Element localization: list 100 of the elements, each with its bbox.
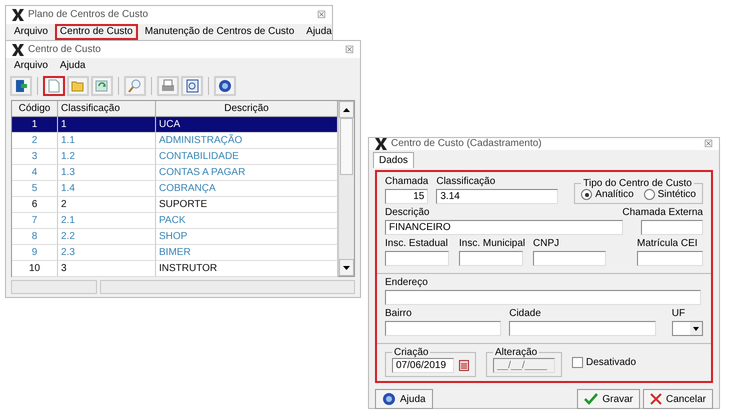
table-cell[interactable]: 3 bbox=[58, 261, 156, 278]
table-cell[interactable]: ADMINISTRAÇÃO bbox=[156, 133, 338, 150]
input-field[interactable] bbox=[641, 220, 703, 235]
input-field[interactable] bbox=[637, 251, 703, 266]
input-field[interactable]: FINANCEIRO bbox=[385, 220, 623, 235]
table-cell[interactable]: 1 bbox=[12, 117, 58, 134]
table-cell[interactable]: SUPORTE bbox=[156, 197, 338, 214]
menu-item[interactable]: Ajuda bbox=[301, 24, 337, 40]
input-field[interactable] bbox=[385, 321, 502, 336]
table-cell[interactable]: CONTAS A PAGAR bbox=[156, 165, 338, 182]
field-label: CNPJ bbox=[533, 238, 560, 250]
menu-item[interactable]: Ajuda bbox=[54, 58, 90, 74]
cancel-icon bbox=[650, 393, 662, 405]
table-cell[interactable]: 7 bbox=[12, 213, 58, 230]
field-label: Insc. Estadual bbox=[385, 238, 449, 250]
table-cell[interactable]: 2.1 bbox=[58, 213, 156, 230]
checkbox-option[interactable]: Desativado bbox=[572, 356, 636, 368]
date-field[interactable]: __/__/____ bbox=[493, 358, 555, 373]
menu-item[interactable]: Centro de Custo bbox=[54, 24, 138, 40]
toolbar-button[interactable] bbox=[43, 76, 65, 96]
radio-option[interactable]: Analítico bbox=[581, 189, 634, 200]
table-cell[interactable]: 3 bbox=[12, 149, 58, 166]
table-cell[interactable]: BIMER bbox=[156, 245, 338, 262]
window-title: Centro de Custo (Cadastramento) bbox=[391, 138, 543, 150]
new-document-icon bbox=[48, 79, 60, 94]
table-cell[interactable]: PACK bbox=[156, 213, 338, 230]
printer-icon bbox=[161, 79, 175, 94]
checkmark-icon bbox=[584, 393, 598, 405]
field-label: Cidade bbox=[509, 308, 542, 320]
window-title: Plano de Centros de Custo bbox=[28, 9, 150, 21]
calendar-icon[interactable] bbox=[459, 360, 469, 371]
date-field[interactable]: 07/06/2019 bbox=[392, 358, 454, 373]
table-cell[interactable]: 1.1 bbox=[58, 133, 156, 150]
table-cell[interactable]: CONTABILIDADE bbox=[156, 149, 338, 166]
app-logo-icon bbox=[12, 9, 24, 21]
menu-item[interactable]: Arquivo bbox=[9, 24, 53, 40]
group-title: Criação bbox=[393, 347, 430, 358]
table-cell[interactable]: 6 bbox=[12, 197, 58, 214]
app-logo-icon bbox=[12, 44, 24, 56]
field-label: Insc. Municipal bbox=[459, 238, 523, 250]
table-cell[interactable]: 1 bbox=[58, 117, 156, 134]
scrollbar[interactable] bbox=[338, 101, 354, 276]
column-header[interactable]: Descrição bbox=[156, 101, 338, 118]
column-header[interactable]: Classificação bbox=[58, 101, 156, 118]
table-cell[interactable]: 2.2 bbox=[58, 229, 156, 246]
search-icon bbox=[128, 79, 142, 94]
close-icon[interactable]: ☒ bbox=[345, 44, 354, 56]
input-field[interactable] bbox=[385, 251, 449, 266]
table-cell[interactable]: 1.3 bbox=[58, 165, 156, 182]
table-cell[interactable]: 1.4 bbox=[58, 181, 156, 198]
exit-icon bbox=[14, 79, 28, 94]
field-label: Descrição bbox=[385, 207, 430, 219]
group-title: Alteração bbox=[494, 347, 538, 358]
table-cell[interactable]: 8 bbox=[12, 229, 58, 246]
help-icon bbox=[218, 79, 232, 94]
radio-option[interactable]: Sintético bbox=[644, 189, 696, 200]
input-field[interactable]: 15 bbox=[385, 189, 428, 204]
table-cell[interactable]: COBRANÇA bbox=[156, 181, 338, 198]
save-button[interactable]: Gravar bbox=[577, 389, 640, 409]
field-label: Chamada Externa bbox=[622, 207, 703, 219]
help-button[interactable]: Ajuda bbox=[375, 389, 433, 409]
input-field[interactable]: 3.14 bbox=[436, 189, 558, 204]
table-cell[interactable]: 2 bbox=[12, 133, 58, 150]
menu-item[interactable]: Manutenção de Centros de Custo bbox=[140, 24, 300, 40]
input-field[interactable] bbox=[533, 251, 606, 266]
app-logo-icon bbox=[375, 138, 387, 150]
cancel-button[interactable]: Cancelar bbox=[642, 389, 713, 409]
field-label: Classificação bbox=[436, 176, 496, 188]
table-cell[interactable]: 1.2 bbox=[58, 149, 156, 166]
field-label: Chamada bbox=[385, 176, 428, 188]
menu-item[interactable]: Arquivo bbox=[9, 58, 53, 74]
close-icon[interactable]: ☒ bbox=[704, 138, 713, 150]
column-header[interactable]: Código bbox=[12, 101, 58, 118]
table-cell[interactable]: 4 bbox=[12, 165, 58, 182]
input-field[interactable] bbox=[459, 251, 523, 266]
table-cell[interactable]: 2.3 bbox=[58, 245, 156, 262]
preview-icon bbox=[186, 79, 198, 94]
input-field[interactable] bbox=[385, 290, 701, 305]
refresh-icon bbox=[95, 79, 109, 94]
table-cell[interactable]: SHOP bbox=[156, 229, 338, 246]
table-cell[interactable]: 5 bbox=[12, 181, 58, 198]
table-cell[interactable]: 2 bbox=[58, 197, 156, 214]
table-cell[interactable]: INSTRUTOR bbox=[156, 261, 338, 278]
field-label: Matrícula CEI bbox=[637, 238, 699, 250]
field-label: Bairro bbox=[385, 308, 413, 320]
scroll-down-icon[interactable] bbox=[343, 266, 350, 270]
table-cell[interactable]: 10 bbox=[12, 261, 58, 278]
dropdown[interactable] bbox=[672, 321, 703, 336]
table-cell[interactable]: 9 bbox=[12, 245, 58, 262]
tab[interactable]: Dados bbox=[373, 152, 414, 168]
field-label: Endereço bbox=[385, 277, 429, 289]
input-field[interactable] bbox=[509, 321, 656, 336]
window-title: Centro de Custo bbox=[28, 44, 102, 56]
folder-icon bbox=[71, 80, 85, 92]
group-title: Tipo do Centro de Custo bbox=[582, 178, 693, 189]
table-cell[interactable]: UCA bbox=[156, 117, 338, 134]
help-icon bbox=[382, 392, 396, 406]
close-icon[interactable]: ☒ bbox=[317, 9, 326, 21]
scroll-up-icon[interactable] bbox=[343, 108, 350, 112]
field-label: UF bbox=[672, 308, 686, 320]
